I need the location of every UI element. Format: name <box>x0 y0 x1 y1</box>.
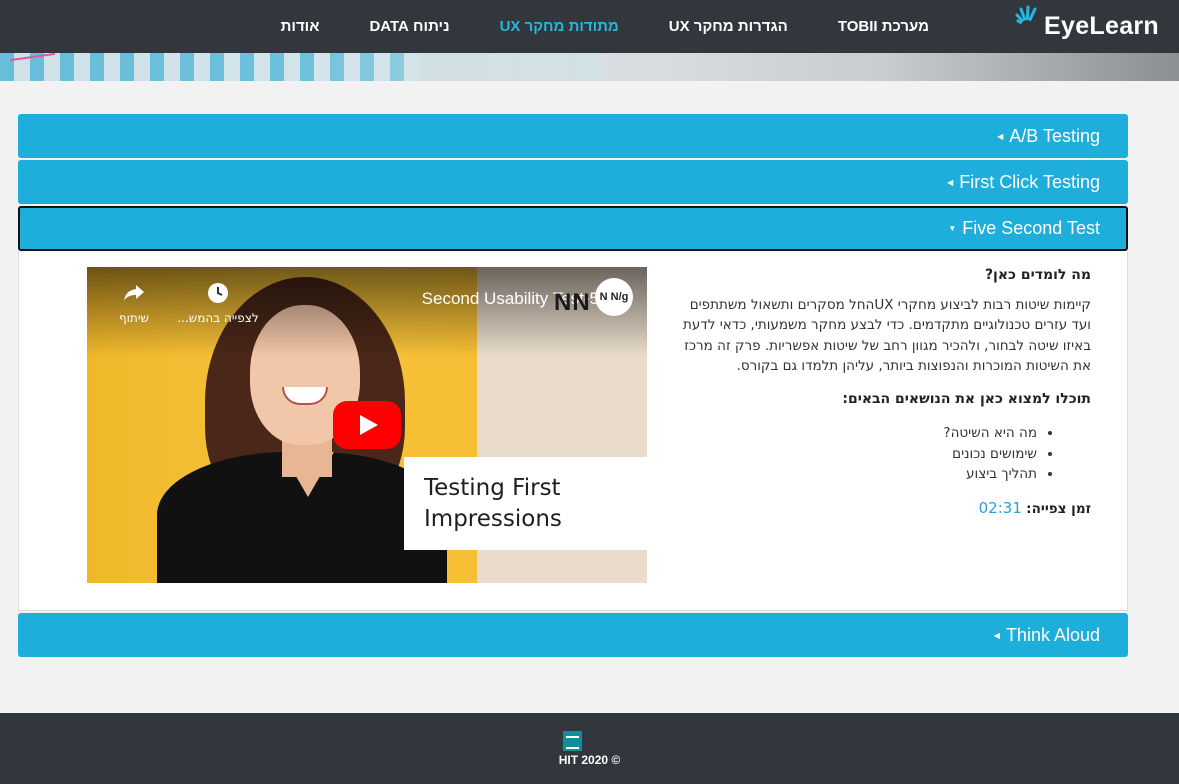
nav-item-ux-definitions[interactable]: הגדרות מחקר UX <box>644 18 813 35</box>
list-item: תהליך ביצוע <box>681 464 1037 485</box>
footer: HIT 2020 © <box>0 713 1179 784</box>
duration-label: זמן צפייה: <box>1026 500 1091 517</box>
watch-duration: זמן צפייה: 02:31 <box>681 498 1091 520</box>
caret-right-icon: ◀ <box>993 630 1000 640</box>
list-item: שימושים נכונים <box>681 444 1037 465</box>
lesson-content: מה לומדים כאן? קיימות שיטות רבות לביצוע … <box>681 265 1091 519</box>
clock-icon <box>175 281 261 305</box>
nng-brand-mark: NN <box>554 289 591 316</box>
nav-item-about[interactable]: אודות <box>256 18 345 35</box>
video-card-text: Testing First Impressions <box>424 475 562 532</box>
eyelearn-logo[interactable]: EyeLearn <box>1014 4 1159 46</box>
logo-text: EyeLearn <box>1044 11 1159 40</box>
five-second-test-panel: שיתוף לצפייה בהמש... Second Usability Te… <box>18 251 1128 611</box>
lesson-description: קיימות שיטות רבות לביצוע מחקרי UXהחל מסק… <box>683 296 1091 375</box>
accordion-label: A/B Testing <box>1009 125 1100 146</box>
header-banner-image <box>0 53 1179 81</box>
watch-later-label: לצפייה בהמש... <box>177 311 259 325</box>
main-nav: מערכת TOBII הגדרות מחקר UX מתודות מחקר U… <box>256 0 954 53</box>
duration-value: 02:31 <box>978 498 1022 517</box>
hit-logo-icon <box>563 731 582 751</box>
top-navbar: EyeLearn מערכת TOBII הגדרות מחקר UX מתוד… <box>0 0 1179 53</box>
accordion-five-second-test[interactable]: Five Second Test ▼ <box>18 206 1128 251</box>
lesson-heading: מה לומדים כאן? <box>984 267 1091 283</box>
share-button[interactable]: שיתוף <box>109 281 159 325</box>
topics-heading: תוכלו למצוא כאן את הנושאים הבאים: <box>842 390 1091 407</box>
channel-logo-text: N N/g <box>599 291 629 303</box>
accordion-label: Five Second Test <box>962 218 1100 238</box>
share-label: שיתוף <box>118 311 150 325</box>
nav-item-tobii[interactable]: מערכת TOBII <box>813 18 954 35</box>
channel-logo[interactable]: N N/g <box>595 278 633 316</box>
youtube-video-player[interactable]: שיתוף לצפייה בהמש... Second Usability Te… <box>87 267 647 583</box>
accordion-first-click-testing[interactable]: First Click Testing ◀ <box>18 160 1128 204</box>
share-icon <box>109 281 159 305</box>
accordion-label: Think Aloud <box>1005 624 1100 645</box>
watch-later-button[interactable]: לצפייה בהמש... <box>175 281 261 325</box>
caret-down-icon: ▼ <box>948 224 957 233</box>
topics-list: מה היא השיטה? שימושים נכונים תהליך ביצוע <box>681 423 1091 485</box>
accordion-think-aloud[interactable]: Think Aloud ◀ <box>18 613 1128 657</box>
copyright-text: HIT 2020 © <box>558 753 621 767</box>
list-item: מה היא השיטה? <box>681 423 1037 444</box>
caret-right-icon: ◀ <box>947 177 954 187</box>
accordion-ab-testing[interactable]: A/B Testing ◀ <box>18 114 1128 158</box>
accordion-label: First Click Testing <box>959 171 1100 192</box>
caret-right-icon: ◀ <box>997 131 1004 141</box>
nav-item-data-analysis[interactable]: ניתוח DATA <box>344 18 474 35</box>
eye-rays-icon <box>1014 4 1040 32</box>
nav-item-ux-methods[interactable]: מתודות מחקר UX <box>475 18 644 35</box>
video-title-card: Testing First Impressions <box>404 457 647 550</box>
play-button[interactable] <box>333 401 401 449</box>
